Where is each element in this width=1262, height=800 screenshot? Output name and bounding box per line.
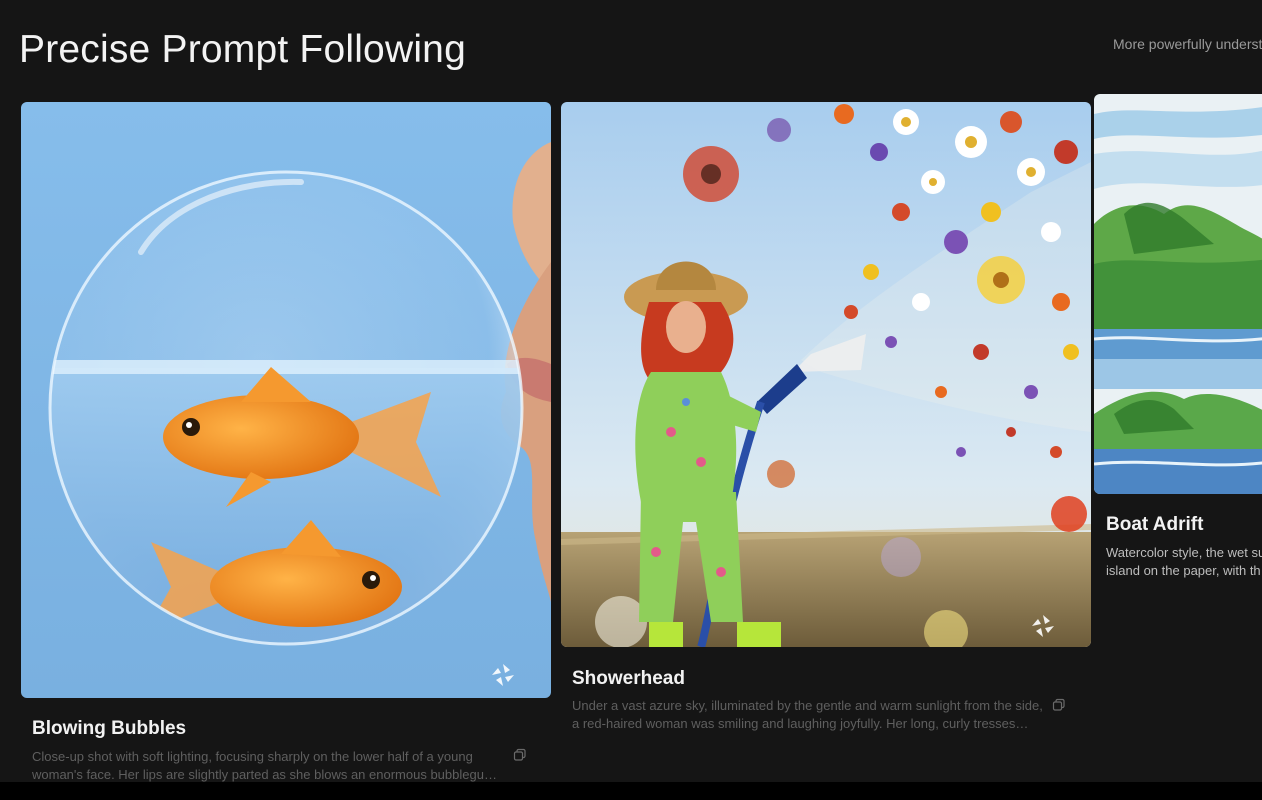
card-blowing-bubbles[interactable]: Blowing Bubbles Close-up shot with soft …	[21, 102, 551, 782]
description-line: island on the paper, with th	[1106, 563, 1261, 578]
copy-icon[interactable]	[513, 748, 527, 762]
description-line: Close-up shot with soft lighting, focusi…	[32, 749, 473, 764]
brand-logo-icon	[490, 662, 516, 688]
card-title: Blowing Bubbles	[32, 718, 187, 739]
card-boat-adrift[interactable]: Boat Adrift Watercolor style, the wet su…	[1094, 94, 1262, 594]
description-line: Under a vast azure sky, illuminated by t…	[572, 698, 1043, 713]
copy-icon[interactable]	[1052, 698, 1066, 712]
watercolor-island-image[interactable]	[1094, 94, 1262, 494]
section-title: Precise Prompt Following	[19, 28, 466, 71]
brand-logo-icon	[1030, 613, 1056, 639]
card-description: Under a vast azure sky, illuminated by t…	[572, 697, 1046, 733]
description-line: a red-haired woman was smiling and laugh…	[572, 716, 1029, 731]
section-subtitle: More powerfully understa	[1113, 36, 1262, 52]
card-description: Watercolor style, the wet su island on t…	[1106, 544, 1262, 580]
bottom-bar	[0, 782, 1262, 800]
card-description: Close-up shot with soft lighting, focusi…	[32, 748, 506, 784]
page: Precise Prompt Following More powerfully…	[0, 0, 1262, 800]
flower-hose-image[interactable]	[561, 102, 1091, 647]
card-showerhead[interactable]: Showerhead Under a vast azure sky, illum…	[561, 102, 1091, 742]
card-title: Showerhead	[572, 668, 685, 689]
card-title: Boat Adrift	[1106, 514, 1204, 535]
goldfish-bubble-image[interactable]	[21, 102, 551, 698]
description-line: Watercolor style, the wet su	[1106, 545, 1262, 560]
